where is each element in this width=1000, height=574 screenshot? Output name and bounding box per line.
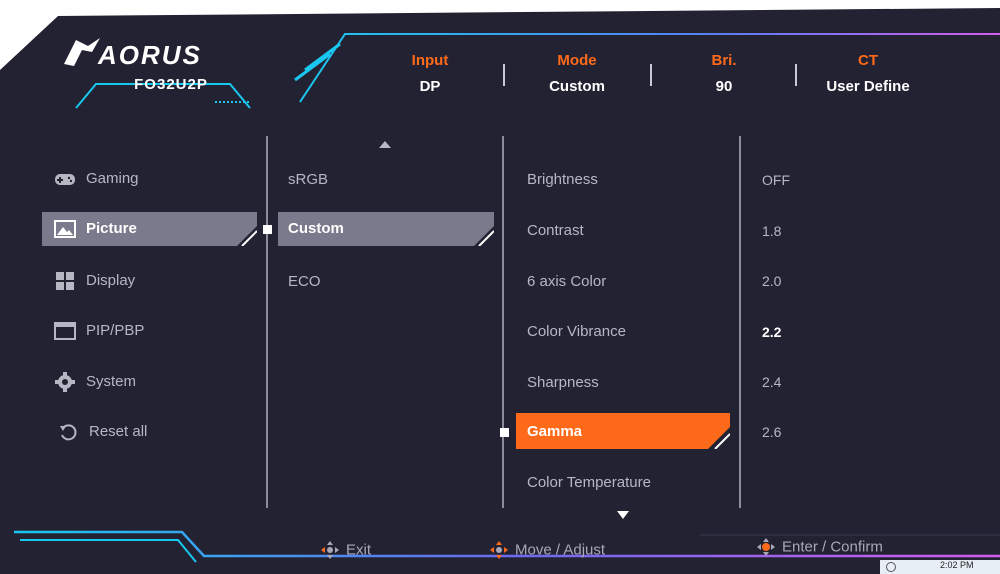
picture-mode-eco[interactable]: ECO <box>288 273 321 290</box>
menu-item-label: Picture <box>86 220 137 237</box>
header-separator <box>503 64 505 86</box>
column-divider <box>502 136 504 508</box>
header-input-label: Input <box>411 52 449 69</box>
header-ct-value: User Define <box>826 78 910 95</box>
selection-marker <box>500 428 509 437</box>
header-brightness-value: 90 <box>715 78 733 95</box>
footer-enter-hint: Enter / Confirm <box>756 537 883 557</box>
reset-icon <box>60 424 77 441</box>
menu-item-label: Reset all <box>89 423 148 440</box>
taskbar: 2:02 PM <box>880 560 1000 574</box>
header-mode-label: Mode <box>557 52 597 69</box>
header-mode-value: Custom <box>549 78 605 95</box>
menu-item-label: Display <box>86 272 136 289</box>
header-brightness-label: Bri. <box>711 52 737 69</box>
scroll-up-arrow-icon[interactable] <box>378 140 392 150</box>
menu-item-label: PIP/PBP <box>86 322 145 339</box>
taskbar-tray-icon <box>886 562 896 572</box>
gamma-option-2-4[interactable]: 2.4 <box>762 374 781 390</box>
column-divider <box>739 136 741 508</box>
footer-exit-label: Exit <box>346 541 372 559</box>
gamma-option-2-2[interactable]: 2.2 <box>762 324 781 340</box>
menu-item-reset-all[interactable]: Reset all <box>42 415 257 449</box>
setting-gamma[interactable]: Gamma <box>516 413 730 449</box>
pip-icon <box>54 322 76 340</box>
eagle-icon <box>64 38 100 66</box>
joystick-directions-icon <box>490 541 508 559</box>
menu-item-label: System <box>86 373 137 390</box>
aorus-logo: AORUS <box>62 36 222 72</box>
header-input-value: DP <box>419 78 441 95</box>
setting-color-temperature[interactable]: Color Temperature <box>527 474 651 491</box>
joystick-press-icon <box>757 538 775 556</box>
picture-mode-srgb[interactable]: sRGB <box>288 171 328 188</box>
setting-6-axis-color[interactable]: 6 axis Color <box>527 273 606 290</box>
picture-mode-label: Custom <box>288 220 344 237</box>
footer-exit-hint: Exit <box>320 540 371 560</box>
gear-icon <box>55 372 75 392</box>
gamepad-icon <box>55 174 75 185</box>
column-divider <box>266 136 268 508</box>
gamma-option-off[interactable]: OFF <box>762 172 790 188</box>
gamma-option-1-8[interactable]: 1.8 <box>762 223 781 239</box>
footer-enter-label: Enter / Confirm <box>782 538 883 556</box>
menu-item-picture[interactable]: Picture <box>42 212 257 246</box>
setting-brightness[interactable]: Brightness <box>527 171 598 188</box>
scroll-down-arrow-icon[interactable] <box>616 510 630 520</box>
selection-marker <box>263 225 272 234</box>
menu-item-display[interactable]: Display <box>42 264 257 298</box>
header-separator <box>650 64 652 86</box>
footer-move-hint: Move / Adjust <box>489 540 605 560</box>
setting-color-vibrance[interactable]: Color Vibrance <box>527 323 626 340</box>
grid-icon <box>56 272 74 290</box>
menu-item-label: Gaming <box>86 170 139 187</box>
picture-mode-custom[interactable]: Custom <box>278 212 494 246</box>
model-name: FO32U2P <box>134 76 208 93</box>
header-separator <box>795 64 797 86</box>
gamma-option-2-6[interactable]: 2.6 <box>762 424 781 440</box>
menu-item-gaming[interactable]: Gaming <box>42 162 257 196</box>
setting-contrast[interactable]: Contrast <box>527 222 584 239</box>
taskbar-time: 2:02 PM <box>940 560 974 570</box>
header-ct-label: CT <box>858 52 878 69</box>
menu-item-pip-pbp[interactable]: PIP/PBP <box>42 314 257 348</box>
setting-label: Gamma <box>527 423 583 440</box>
logo-text: AORUS <box>98 40 202 70</box>
menu-item-system[interactable]: System <box>42 365 257 399</box>
setting-sharpness[interactable]: Sharpness <box>527 374 599 391</box>
footer-move-label: Move / Adjust <box>515 541 606 559</box>
gamma-option-2-0[interactable]: 2.0 <box>762 273 781 289</box>
picture-icon <box>54 220 76 238</box>
joystick-left-icon <box>321 541 339 559</box>
